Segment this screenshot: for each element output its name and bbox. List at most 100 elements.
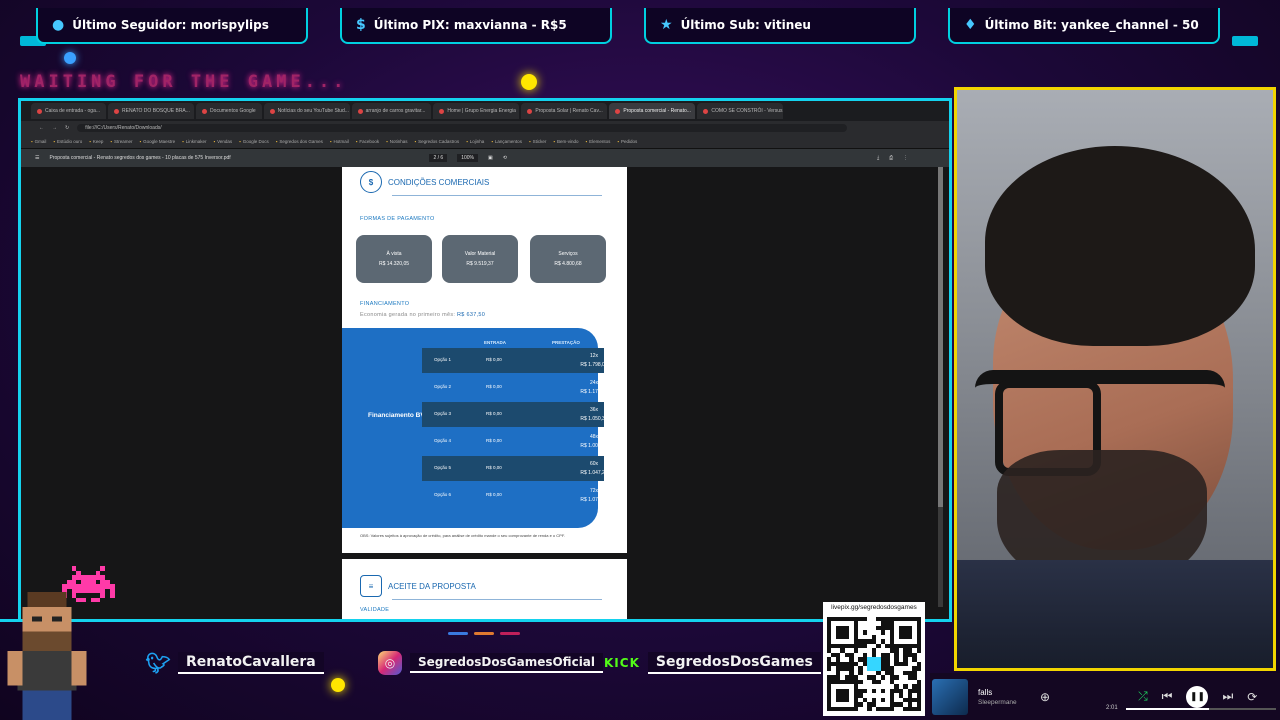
star-icon: ★: [660, 17, 673, 33]
bookmark-item[interactable]: Linkmaker: [182, 139, 207, 144]
kick-handle[interactable]: KICK SegredosDosGames: [604, 646, 821, 680]
option-label: Opção 4: [434, 438, 452, 443]
bookmark-item[interactable]: Lojinha: [466, 139, 485, 144]
url-field[interactable]: file:///C:/Users/Renato/Downloads/: [77, 124, 848, 132]
next-icon[interactable]: ⏭: [1222, 689, 1233, 704]
browser-tab[interactable]: RENATO DO BOSQUE BRA...: [108, 103, 195, 119]
bookmark-item[interactable]: Segredos dos Games: [276, 139, 323, 144]
corner-chip: [1232, 36, 1258, 46]
option-label: Opção 2: [434, 384, 452, 389]
pdf-page: ≡ ACEITE DA PROPOSTA VALIDADE: [342, 559, 627, 619]
financing-option-row: Opção 4 R$ 0,00 48x R$ 1.005,05: [422, 429, 608, 454]
screen-capture: Caixa de entrada - oga... RENATO DO BOSQU…: [18, 98, 952, 622]
shuffle-icon[interactable]: ⤮: [1138, 689, 1148, 704]
bookmark-item[interactable]: Segredos Cadastros: [415, 139, 459, 144]
bookmark-item[interactable]: Hotmail: [330, 139, 349, 144]
option-parcelas: 60x R$ 1.047,20: [564, 460, 624, 478]
browser-tab[interactable]: arranjo de carros gravitar...: [351, 103, 432, 119]
webcam-feed: [954, 87, 1276, 671]
financing-panel-title: Financiamento BV: [368, 412, 425, 419]
financing-option-row: Opção 5 R$ 0,00 60x R$ 1.047,20: [422, 456, 608, 481]
bookmark-item[interactable]: Sticker: [529, 139, 547, 144]
back-icon[interactable]: ←: [39, 125, 44, 131]
financing-option-row: Opção 3 R$ 0,00 36x R$ 1.050,34: [422, 402, 608, 427]
option-parcelas: 72x R$ 1.079,92: [564, 487, 624, 505]
tab-favicon-icon: [37, 108, 42, 114]
option-entrada: R$ 0,00: [486, 357, 502, 362]
option-installments: 24x: [589, 380, 599, 386]
payment-label: Serviços: [558, 251, 578, 257]
dollar-icon: $: [356, 17, 366, 33]
browser-tabstrip: Caixa de entrada - oga... RENATO DO BOSQU…: [21, 101, 949, 121]
qr-url: livepix.gg/segredosdosgames: [831, 604, 917, 611]
forward-icon[interactable]: →: [52, 125, 57, 131]
tab-favicon-icon: [357, 108, 363, 114]
bookmark-item[interactable]: Estúdio ouro: [53, 139, 82, 144]
zoom-level[interactable]: 100%: [457, 154, 479, 162]
bookmark-item[interactable]: Notinhas: [386, 139, 408, 144]
separator-dots: [448, 632, 520, 635]
tab-favicon-icon: [527, 108, 533, 114]
bookmark-item[interactable]: Elementos: [585, 139, 610, 144]
livepix-qr[interactable]: livepix.gg/segredosdosgames: [823, 602, 925, 716]
last-pix-text: Último PIX: maxvianna - R$5: [373, 18, 567, 32]
fit-page-icon[interactable]: ▣: [488, 155, 493, 161]
previous-icon[interactable]: ⏮: [1162, 689, 1173, 704]
bookmark-item[interactable]: Gmail: [31, 139, 47, 144]
browser-tab[interactable]: Documentos Google: [196, 103, 262, 119]
print-icon[interactable]: ⎙: [889, 155, 893, 161]
option-installment-value: R$ 1.050,34: [580, 416, 608, 422]
financing-panel: Financiamento BV ENTRADA PRESTAÇÃO Opção…: [342, 328, 608, 528]
rotate-icon[interactable]: ⟲: [503, 155, 507, 161]
option-label: Opção 3: [434, 411, 452, 416]
browser-tab[interactable]: Home | Grupo Energia Energia: [433, 103, 520, 119]
browser-tab[interactable]: COMO SE CONSTRÓI - Versus...: [697, 103, 784, 119]
bookmark-item[interactable]: Pedidos: [617, 139, 637, 144]
bookmark-item[interactable]: Lançamentos: [491, 139, 522, 144]
bookmark-item[interactable]: Google Maestre: [140, 139, 175, 144]
browser-tab[interactable]: Notícias do seu YouTube Stud...: [263, 103, 350, 119]
more-icon[interactable]: ⋮: [903, 155, 908, 161]
browser-tab[interactable]: Caixa de entrada - oga...: [31, 103, 107, 119]
menu-icon[interactable]: ☰: [35, 155, 39, 161]
bookmark-item[interactable]: Bem-vindo: [553, 139, 579, 144]
track-time: 2:01: [1106, 705, 1118, 711]
payment-box: Serviços R$ 4.800,68: [530, 235, 606, 283]
browser-tab[interactable]: Proposta comercial - Renato...: [609, 103, 696, 119]
tab-favicon-icon: [269, 108, 275, 114]
pixel-character-icon: [7, 592, 87, 720]
divider: [392, 599, 602, 600]
frame-divider: [0, 619, 950, 622]
tab-label: Notícias do seu YouTube Stud...: [277, 108, 349, 114]
option-installment-value: R$ 1.047,20: [580, 470, 608, 476]
option-entrada: R$ 0,00: [486, 411, 502, 416]
option-parcelas: 12x R$ 1.798,05: [564, 352, 624, 370]
download-icon[interactable]: ⤓: [877, 155, 879, 161]
instagram-handle-text: SegredosDosGamesOficial: [410, 653, 604, 673]
tab-favicon-icon: [439, 108, 445, 114]
instagram-handle[interactable]: ◎ SegredosDosGamesOficial: [378, 646, 604, 680]
alien-pixel: [110, 593, 115, 598]
bookmark-item[interactable]: Vendas: [214, 139, 232, 144]
progress-bar[interactable]: [1126, 708, 1276, 710]
add-icon[interactable]: ⊕: [1040, 690, 1050, 704]
twitter-handle[interactable]: 🐦︎ RenatoCavallera: [145, 646, 324, 680]
bookmark-item[interactable]: Streamer: [110, 139, 133, 144]
shirt: [957, 560, 1273, 668]
repeat-icon[interactable]: ⟳: [1247, 690, 1257, 704]
dot-blue: [448, 632, 468, 635]
bookmark-item[interactable]: Google Docs: [239, 139, 269, 144]
pause-icon[interactable]: ❚❚: [1186, 685, 1209, 708]
section-header: $ CONDIÇÕES COMERCIAIS: [360, 171, 489, 193]
option-installment-value: R$ 1.798,05: [580, 362, 608, 368]
pdf-scrollbar[interactable]: [938, 167, 943, 607]
browser-tab[interactable]: Proposta Solar | Renato Cav...: [521, 103, 608, 119]
reload-icon[interactable]: ↻: [65, 125, 69, 131]
dot-orange: [474, 632, 494, 635]
pdf-toolbar: ☰ Proposta comercial - Renato segredos d…: [21, 149, 949, 167]
bookmark-item[interactable]: Keep: [89, 139, 104, 144]
page-indicator[interactable]: 2 / 6: [429, 154, 448, 162]
bookmark-item[interactable]: Facebook: [356, 139, 379, 144]
twitter-handle-text: RenatoCavallera: [178, 652, 324, 674]
alien-pixel: [100, 566, 106, 571]
